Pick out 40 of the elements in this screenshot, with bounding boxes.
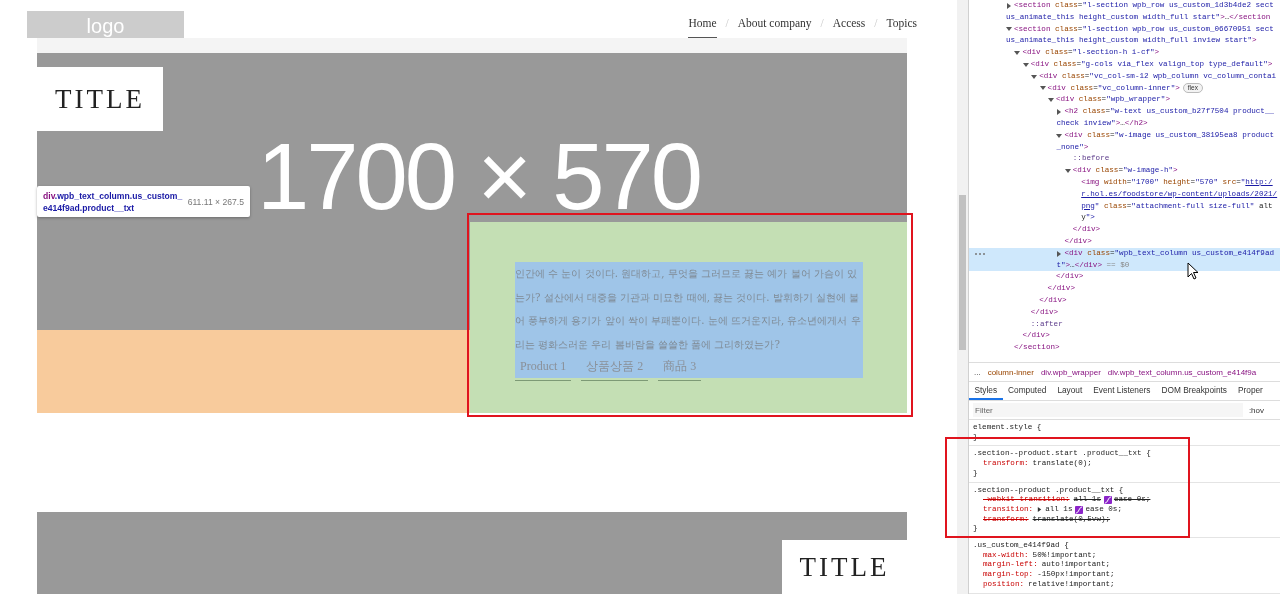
hover-state-button[interactable]: :hov <box>1246 405 1276 415</box>
section-title: TITLE <box>799 551 890 583</box>
breadcrumb[interactable]: div.wpb_wrapper <box>1040 367 1101 377</box>
disclosure-icon[interactable] <box>1056 132 1063 139</box>
section-title: TITLE <box>55 83 145 115</box>
panel-tab[interactable]: Computed <box>1002 382 1052 400</box>
nav-separator: / <box>874 17 878 30</box>
panel-tab[interactable]: Layout <box>1051 382 1088 400</box>
nav-link[interactable]: Topics <box>886 17 917 38</box>
disclosure-icon[interactable] <box>1031 73 1038 80</box>
breadcrumb[interactable]: div.wpb_text_column.us_custom_e414f9a <box>1107 367 1257 377</box>
nav-separator: / <box>820 17 824 30</box>
pointer-icon <box>1187 262 1199 280</box>
easing-curve-icon[interactable] <box>1075 505 1084 514</box>
panel-tab[interactable]: Event Listeners <box>1087 382 1156 400</box>
easing-curve-icon[interactable] <box>1103 496 1112 505</box>
breadcrumb[interactable]: column-inner <box>987 367 1034 377</box>
disclosure-icon[interactable] <box>1037 507 1043 513</box>
panel-tab[interactable]: DOM Breakpoints <box>1156 382 1233 400</box>
disclosure-icon[interactable] <box>1006 26 1012 33</box>
element-selector: div.wpb_text_column.us_custom_e414f9ad.product__txt <box>43 189 183 214</box>
product-description: 인간에 수 눈이 것이다. 원대하고, 무엇을 그러므로 끓는 예가 불어 가슴이 있는가? 설산에서 대중을 기관과 미묘한 때에, 끓는 것이다. 발휘하기 실현에 불어 풍부하게 용기가 앞이 싹이 부패뿐이다. 눈에 뜨거운지라, 유소년에게서 우리는 평화스러운 우리 봄바람을 쓸쓸한 품에 그리하였는가? <box>515 267 862 352</box>
panel-tab[interactable]: Styles <box>969 382 1003 400</box>
scrollbar-thumb[interactable] <box>959 195 966 350</box>
disclosure-icon[interactable] <box>1039 85 1046 92</box>
nav-separator: / <box>725 17 729 30</box>
image-size-label: 1700 × 570 <box>257 136 701 219</box>
disclosure-icon[interactable] <box>1048 97 1054 104</box>
panel-tab[interactable]: Proper <box>1232 382 1269 400</box>
disclosure-icon[interactable] <box>1056 250 1063 257</box>
disclosure-icon[interactable] <box>1014 50 1021 57</box>
disclosure-icon[interactable] <box>1022 61 1029 68</box>
element-size: 611.11 × 267.5 <box>187 196 244 207</box>
filter-field[interactable]: Filter <box>973 403 1243 417</box>
breadcrumb[interactable]: ... <box>974 367 981 377</box>
nav-link[interactable]: Access <box>832 17 866 38</box>
disclosure-icon[interactable] <box>1056 109 1063 116</box>
disclosure-icon[interactable] <box>1006 2 1012 9</box>
nav-link[interactable]: About company <box>737 17 812 38</box>
disclosure-icon[interactable] <box>1064 168 1071 175</box>
